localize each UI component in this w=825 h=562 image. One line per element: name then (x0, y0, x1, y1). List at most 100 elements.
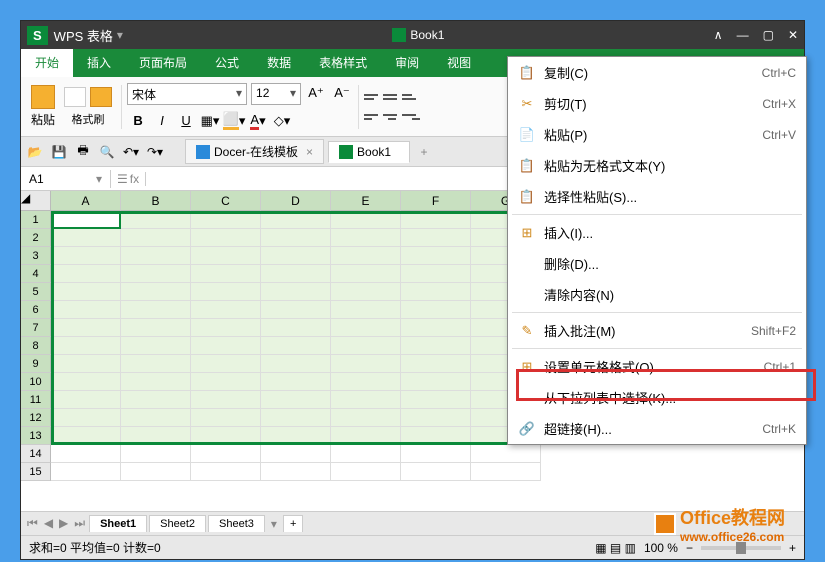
cell[interactable] (191, 445, 261, 463)
align-middle-button[interactable] (383, 89, 401, 105)
row-header[interactable]: 7 (21, 319, 51, 337)
cell[interactable] (191, 409, 261, 427)
cell[interactable] (191, 355, 261, 373)
sheet-nav-prev-icon[interactable]: ◀ (42, 516, 55, 531)
cell[interactable] (121, 337, 191, 355)
paste-button[interactable]: 粘贴 (31, 85, 55, 128)
document-tab-book1[interactable]: Book1 (328, 141, 410, 163)
row-header[interactable]: 8 (21, 337, 51, 355)
cell[interactable] (331, 283, 401, 301)
cell[interactable] (331, 445, 401, 463)
bold-button[interactable]: B (127, 111, 149, 131)
font-size-dropdown[interactable]: 12 (251, 83, 301, 105)
cell[interactable] (191, 301, 261, 319)
menu-tab-formula[interactable]: 公式 (201, 49, 253, 77)
row-header[interactable]: 11 (21, 391, 51, 409)
cell[interactable] (401, 445, 471, 463)
row-header[interactable]: 15 (21, 463, 51, 481)
cell[interactable] (191, 373, 261, 391)
cell[interactable] (331, 373, 401, 391)
align-left-button[interactable] (364, 109, 382, 125)
context-menu-item[interactable]: 从下拉列表中选择(K)... (508, 382, 806, 413)
cell[interactable] (261, 229, 331, 247)
column-header[interactable]: C (191, 191, 261, 211)
document-tab-docer[interactable]: Docer-在线模板 × (185, 139, 324, 164)
cell[interactable] (191, 337, 261, 355)
cell[interactable] (121, 391, 191, 409)
column-header[interactable]: E (331, 191, 401, 211)
cell[interactable] (191, 319, 261, 337)
underline-button[interactable]: U (175, 111, 197, 131)
align-top-button[interactable] (364, 89, 382, 105)
cell[interactable] (401, 427, 471, 445)
cell[interactable] (191, 211, 261, 229)
italic-button[interactable]: I (151, 111, 173, 131)
cell[interactable] (51, 409, 121, 427)
cell[interactable] (401, 319, 471, 337)
cell[interactable] (121, 283, 191, 301)
cell[interactable] (121, 355, 191, 373)
undo-button[interactable]: ↶▾ (121, 142, 141, 162)
close-icon[interactable]: × (306, 145, 313, 159)
view-mode-icons[interactable]: ▦ ▤ ▥ (595, 541, 636, 555)
font-name-dropdown[interactable]: 宋体 (127, 83, 247, 105)
cell[interactable] (191, 265, 261, 283)
cell[interactable] (121, 445, 191, 463)
cell[interactable] (51, 463, 121, 481)
sheet-nav-last-icon[interactable]: ⏭ (72, 516, 87, 531)
cell[interactable] (121, 301, 191, 319)
cell[interactable] (401, 283, 471, 301)
cell[interactable] (261, 337, 331, 355)
row-header[interactable]: 6 (21, 301, 51, 319)
cell[interactable] (121, 409, 191, 427)
row-header[interactable]: 2 (21, 229, 51, 247)
sheet-nav-next-icon[interactable]: ▶ (57, 516, 70, 531)
sheet-nav-first-icon[interactable]: ⏮ (25, 516, 40, 531)
cell[interactable] (401, 337, 471, 355)
cell[interactable] (51, 301, 121, 319)
cell[interactable] (401, 391, 471, 409)
cell[interactable] (191, 283, 261, 301)
context-menu-item[interactable]: 清除内容(N) (508, 279, 806, 310)
cell[interactable] (191, 247, 261, 265)
row-header[interactable]: 4 (21, 265, 51, 283)
cell[interactable] (51, 247, 121, 265)
cell[interactable] (331, 265, 401, 283)
align-bottom-button[interactable] (402, 89, 420, 105)
column-header[interactable]: D (261, 191, 331, 211)
print-preview-button[interactable]: 🔍 (97, 142, 117, 162)
open-button[interactable]: 📂 (25, 142, 45, 162)
cell[interactable] (401, 355, 471, 373)
context-menu-item[interactable]: ✎插入批注(M)Shift+F2 (508, 315, 806, 346)
menu-tab-insert[interactable]: 插入 (73, 49, 125, 77)
print-button[interactable]: 🖶 (73, 142, 93, 162)
cell[interactable] (261, 463, 331, 481)
cell[interactable] (401, 463, 471, 481)
maximize-button[interactable]: ▢ (763, 28, 774, 42)
cell[interactable] (121, 427, 191, 445)
context-menu-item[interactable]: ✂剪切(T)Ctrl+X (508, 88, 806, 119)
context-menu-item[interactable]: 📄粘贴(P)Ctrl+V (508, 119, 806, 150)
save-button[interactable]: 💾 (49, 142, 69, 162)
align-right-button[interactable] (402, 109, 420, 125)
row-header[interactable]: 3 (21, 247, 51, 265)
sheet-tab-3[interactable]: Sheet3 (208, 515, 265, 532)
row-header[interactable]: 12 (21, 409, 51, 427)
zoom-slider[interactable] (701, 546, 781, 550)
cell[interactable] (121, 247, 191, 265)
cell[interactable] (191, 229, 261, 247)
cell[interactable] (401, 373, 471, 391)
context-menu-item[interactable]: 🔗超链接(H)...Ctrl+K (508, 413, 806, 444)
row-header[interactable]: 10 (21, 373, 51, 391)
cell[interactable] (331, 337, 401, 355)
cell[interactable] (471, 463, 541, 481)
cell[interactable] (401, 247, 471, 265)
cell[interactable] (51, 229, 121, 247)
cell[interactable] (261, 301, 331, 319)
cell[interactable] (401, 409, 471, 427)
row-header[interactable]: 1 (21, 211, 51, 229)
menu-tab-pagelayout[interactable]: 页面布局 (125, 49, 201, 77)
cell[interactable] (401, 211, 471, 229)
cell[interactable] (191, 463, 261, 481)
expand-icon[interactable]: ∧ (714, 28, 723, 42)
